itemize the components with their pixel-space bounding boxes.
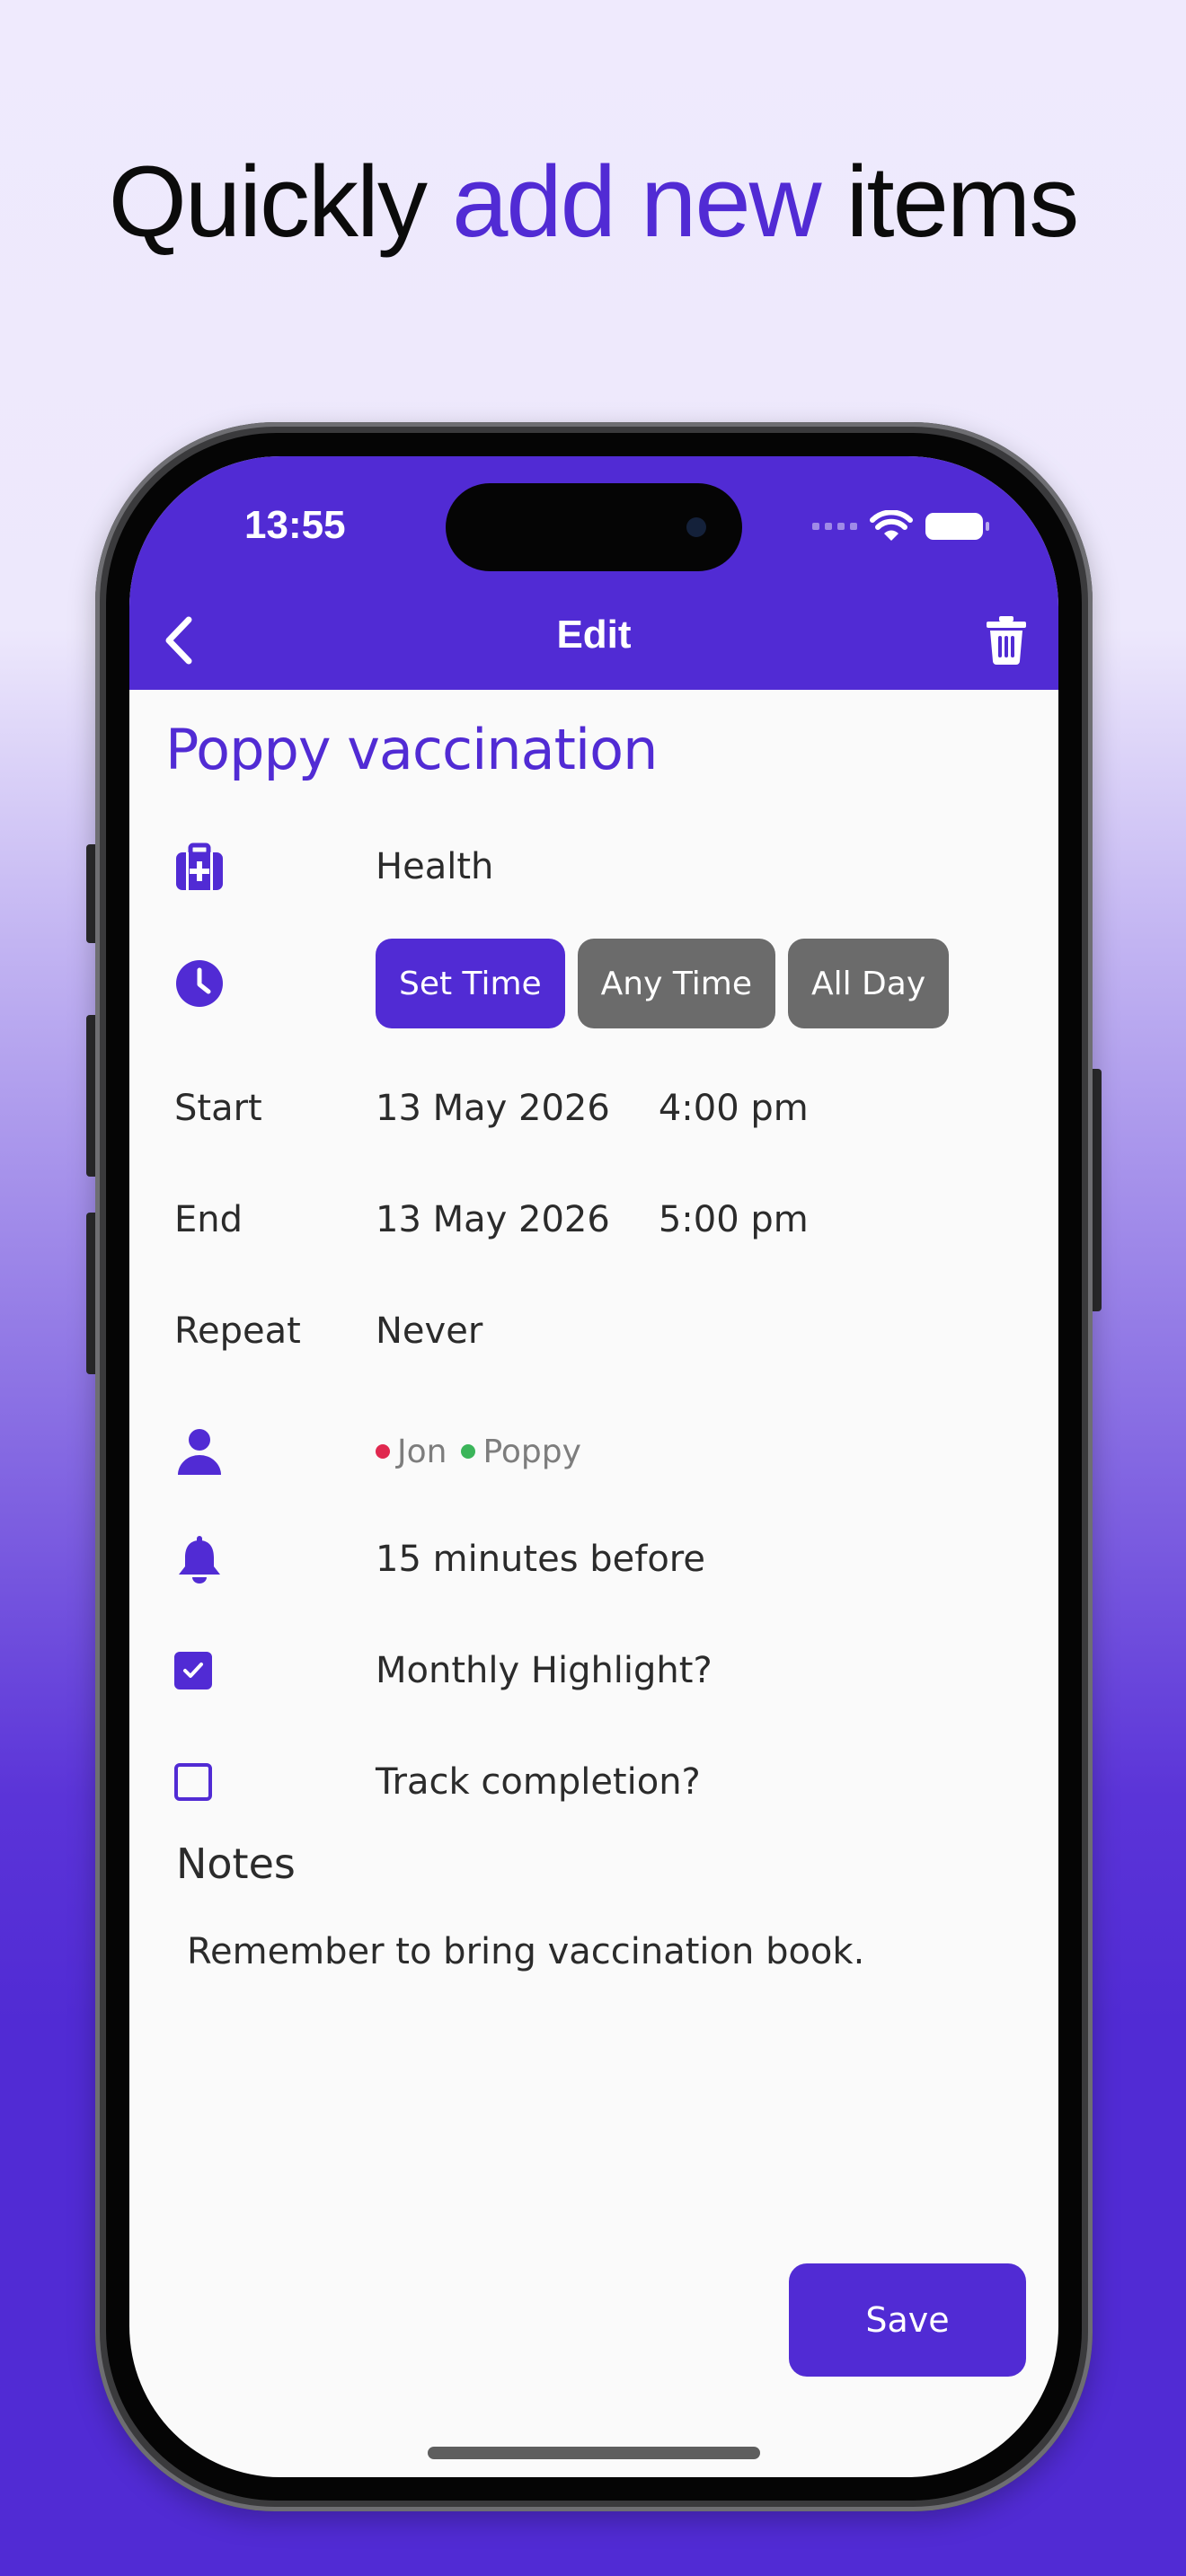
save-button[interactable]: Save [789, 2263, 1026, 2377]
monthly-highlight-checkbox[interactable] [174, 1652, 212, 1689]
person-chip-jon[interactable]: Jon [376, 1434, 447, 1470]
person-name: Jon [397, 1433, 447, 1470]
people-row[interactable]: Jon Poppy [174, 1416, 1028, 1487]
people-list: Jon Poppy [376, 1434, 587, 1470]
track-completion-row: Track completion? [174, 1746, 1028, 1818]
end-date[interactable]: 13 May 2026 [376, 1199, 610, 1240]
cellular-signal-icon [812, 523, 857, 530]
all-day-button[interactable]: All Day [787, 939, 950, 1028]
status-time: 13:55 [244, 503, 346, 547]
category-value: Health [376, 846, 494, 887]
nav-bar: Edit [129, 591, 1058, 690]
any-time-button[interactable]: Any Time [577, 939, 775, 1028]
start-row: Start 13 May 2026 4:00 pm [174, 1072, 1028, 1144]
person-icon [178, 1429, 221, 1475]
repeat-label: Repeat [174, 1310, 301, 1352]
monthly-highlight-row: Monthly Highlight? [174, 1635, 1028, 1707]
end-time[interactable]: 5:00 pm [659, 1199, 809, 1240]
person-color-dot [461, 1444, 476, 1459]
reminder-value: 15 minutes before [376, 1539, 705, 1580]
monthly-highlight-label: Monthly Highlight? [376, 1650, 712, 1691]
item-title[interactable]: Poppy vaccination [165, 717, 658, 782]
category-row[interactable]: Health [174, 831, 1028, 903]
end-label: End [174, 1199, 243, 1240]
time-mode-segmented-control: Set Time Any Time All Day [376, 939, 950, 1028]
home-indicator[interactable] [428, 2447, 760, 2459]
nav-title: Edit [556, 613, 632, 657]
track-completion-label: Track completion? [376, 1761, 701, 1803]
repeat-value: Never [376, 1310, 483, 1352]
checkmark-icon [183, 1663, 203, 1678]
dynamic-island [446, 483, 742, 571]
time-mode-row: Set Time Any Time All Day [174, 934, 1028, 1033]
track-completion-checkbox[interactable] [174, 1763, 212, 1801]
start-date[interactable]: 13 May 2026 [376, 1088, 610, 1129]
clock-icon [176, 960, 223, 1007]
bell-icon [179, 1536, 220, 1584]
camera-icon [686, 517, 706, 537]
person-color-dot [376, 1444, 390, 1459]
headline-part-1: Quickly [108, 146, 453, 258]
start-label: Start [174, 1088, 262, 1129]
start-time[interactable]: 4:00 pm [659, 1088, 809, 1129]
reminder-row[interactable]: 15 minutes before [174, 1523, 1028, 1595]
notes-heading: Notes [176, 1839, 296, 1888]
notes-editor[interactable]: Remember to bring vaccination book. [187, 1931, 864, 1972]
repeat-row[interactable]: Repeat Never [174, 1295, 1028, 1367]
status-bar: 13:55 Edit [129, 456, 1058, 690]
end-row: End 13 May 2026 5:00 pm [174, 1184, 1028, 1256]
headline: Quickly add new items [0, 144, 1186, 260]
wifi-icon [870, 510, 913, 541]
trash-icon[interactable] [985, 614, 1028, 665]
person-name: Poppy [482, 1433, 581, 1470]
phone-screen: 13:55 Edit Poppy vaccination Health Set … [129, 456, 1058, 2477]
status-icons [812, 510, 989, 543]
headline-part-2: items [819, 146, 1080, 258]
medical-kit-icon [176, 842, 223, 890]
set-time-button[interactable]: Set Time [376, 939, 565, 1028]
headline-accent: add new [452, 146, 821, 258]
battery-icon [925, 513, 989, 540]
person-chip-poppy[interactable]: Poppy [461, 1433, 581, 1470]
